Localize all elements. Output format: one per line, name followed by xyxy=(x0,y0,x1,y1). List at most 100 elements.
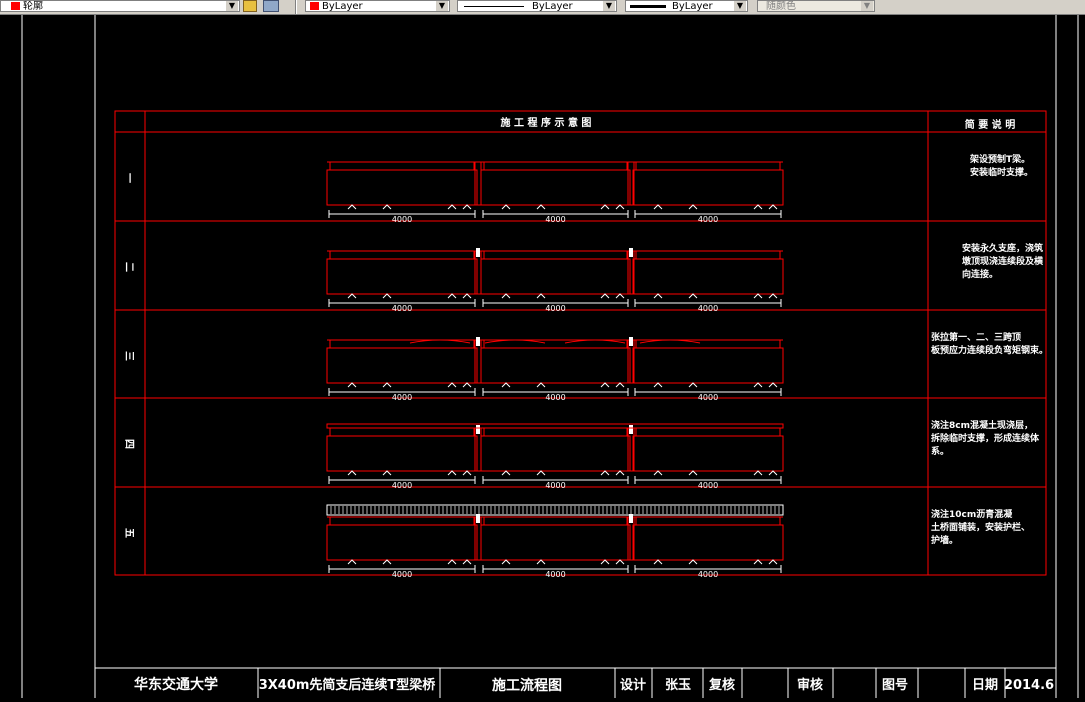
properties-toolbar: 轮廓 ▼ ByLayer ▼ ByLayer ▼ ByLayer ▼ 随颜色 ▼ xyxy=(0,0,1085,15)
girder-span xyxy=(480,258,631,295)
continuity-joint xyxy=(476,425,480,434)
cast-in-place-layer xyxy=(326,423,784,429)
step-row: 二 安装永久支座，浇筑墩顶现浇连续段及横向连接。 4000 4000 4000 xyxy=(123,242,1044,313)
chevron-down-icon[interactable]: ▼ xyxy=(436,1,448,11)
linetype-dropdown[interactable]: ByLayer ▼ xyxy=(457,0,617,12)
support-symbol xyxy=(382,204,392,210)
step-label: 四 xyxy=(123,439,135,449)
support-symbol xyxy=(615,470,625,476)
support-symbol xyxy=(753,382,763,388)
chevron-down-icon[interactable]: ▼ xyxy=(603,1,615,11)
support-symbol xyxy=(536,559,546,565)
girder-span xyxy=(326,347,478,384)
support-symbol xyxy=(600,382,610,388)
support-symbol xyxy=(347,470,357,476)
girder-span xyxy=(632,169,784,206)
support-symbol xyxy=(447,293,457,299)
dimension-label: 4000 xyxy=(545,215,565,224)
color-dropdown[interactable]: ByLayer ▼ xyxy=(305,0,450,12)
step-note-line: 张拉第一、二、三跨顶 xyxy=(931,331,1021,343)
support-symbol xyxy=(382,470,392,476)
girder-span xyxy=(326,524,478,561)
color-swatch xyxy=(310,2,319,10)
support-symbol xyxy=(447,559,457,565)
support-symbol xyxy=(753,559,763,565)
support-symbol xyxy=(462,470,472,476)
title-designer: 张玉 xyxy=(665,678,691,693)
support-symbol xyxy=(447,204,457,210)
diagram-title: 施 工 程 序 示 意 图 xyxy=(501,116,592,129)
support-symbol xyxy=(768,204,778,210)
support-symbol xyxy=(536,204,546,210)
continuity-joint xyxy=(629,248,633,257)
dimension-label: 4000 xyxy=(392,570,412,579)
step-note-line: 浇注8cm混凝土现浇层， xyxy=(931,419,1033,431)
dimension-label: 4000 xyxy=(698,304,718,313)
layer-previous-icon[interactable] xyxy=(263,0,279,12)
support-symbol xyxy=(501,293,511,299)
support-symbol xyxy=(688,559,698,565)
support-symbol xyxy=(501,382,511,388)
girder-span xyxy=(480,347,631,384)
color-value: ByLayer xyxy=(322,1,363,12)
support-symbol xyxy=(462,293,472,299)
title-project: 3X40m先简支后连续T型梁桥 xyxy=(259,677,437,693)
lineweight-value: ByLayer xyxy=(672,1,713,12)
support-symbol xyxy=(615,204,625,210)
layer-name: 轮廓 xyxy=(23,1,43,12)
girder-span xyxy=(632,524,784,561)
girder-span xyxy=(632,258,784,295)
support-symbol xyxy=(600,470,610,476)
dimension-label: 4000 xyxy=(698,393,718,402)
support-symbol xyxy=(768,293,778,299)
title-date-label: 日期 xyxy=(972,678,998,693)
girder-span xyxy=(632,435,784,472)
title-block: 华东交通大学 3X40m先简支后连续T型梁桥 施工流程图 设计 张玉 复核 审核… xyxy=(95,667,1056,698)
layer-dropdown[interactable]: 轮廓 ▼ xyxy=(0,0,240,12)
title-university: 华东交通大学 xyxy=(134,676,218,693)
step-label: 三 xyxy=(123,351,135,361)
dimension-label: 4000 xyxy=(698,481,718,490)
girder-span xyxy=(480,524,631,561)
support-symbol xyxy=(462,382,472,388)
dimension-label: 4000 xyxy=(392,304,412,313)
support-symbol xyxy=(536,382,546,388)
step-note-line: 架设预制T梁。 xyxy=(969,153,1030,165)
support-symbol xyxy=(653,559,663,565)
support-symbol xyxy=(382,293,392,299)
support-symbol xyxy=(501,559,511,565)
dimension-label: 4000 xyxy=(698,570,718,579)
support-symbol xyxy=(382,382,392,388)
dimension-label: 4000 xyxy=(545,570,565,579)
dimension-label: 4000 xyxy=(545,481,565,490)
title-date: 2014.6 xyxy=(1004,678,1054,693)
chevron-down-icon[interactable]: ▼ xyxy=(226,1,238,11)
support-symbol xyxy=(653,204,663,210)
support-symbol xyxy=(447,470,457,476)
step-row: 一 架设预制T梁。安装临时支撑。 4000 4000 4000 xyxy=(123,153,1033,224)
step-note-line: 向连接。 xyxy=(962,268,998,280)
continuity-joint xyxy=(629,425,633,434)
support-symbol xyxy=(768,470,778,476)
support-symbol xyxy=(600,293,610,299)
support-symbol xyxy=(600,204,610,210)
notes-title: 简 要 说 明 xyxy=(965,118,1015,131)
step-row: 五 浇注10cm沥青混凝土桥面铺装，安装护栏、护墙。 4000 4000 4000 xyxy=(123,504,1030,579)
step-row: 四 浇注8cm混凝土现浇层，拆除临时支撑，形成连续体系。 4000 4000 4000 xyxy=(123,419,1040,490)
chevron-down-icon[interactable]: ▼ xyxy=(734,1,746,11)
title-review-label: 复核 xyxy=(708,677,735,693)
girder-span xyxy=(326,435,478,472)
support-symbol xyxy=(347,382,357,388)
title-design-label: 设计 xyxy=(620,677,646,693)
plotstyle-dropdown[interactable]: 随颜色 ▼ xyxy=(757,0,875,12)
layer-state-icon[interactable] xyxy=(243,0,257,12)
dimension-label: 4000 xyxy=(545,304,565,313)
drawing-canvas[interactable]: 施 工 程 序 示 意 图 简 要 说 明 一 架设预制T梁。 安装临时支撑。 400… xyxy=(0,15,1085,698)
chevron-down-icon[interactable]: ▼ xyxy=(861,1,873,11)
lineweight-dropdown[interactable]: ByLayer ▼ xyxy=(625,0,748,12)
step-row: 三 张拉第一、二、三跨顶板预应力连续段负弯矩钢束。 4000 4000 4000 xyxy=(123,331,1048,402)
step-label: 二 xyxy=(123,262,135,272)
support-symbol xyxy=(347,293,357,299)
dimension-label: 4000 xyxy=(545,393,565,402)
support-symbol xyxy=(382,559,392,565)
